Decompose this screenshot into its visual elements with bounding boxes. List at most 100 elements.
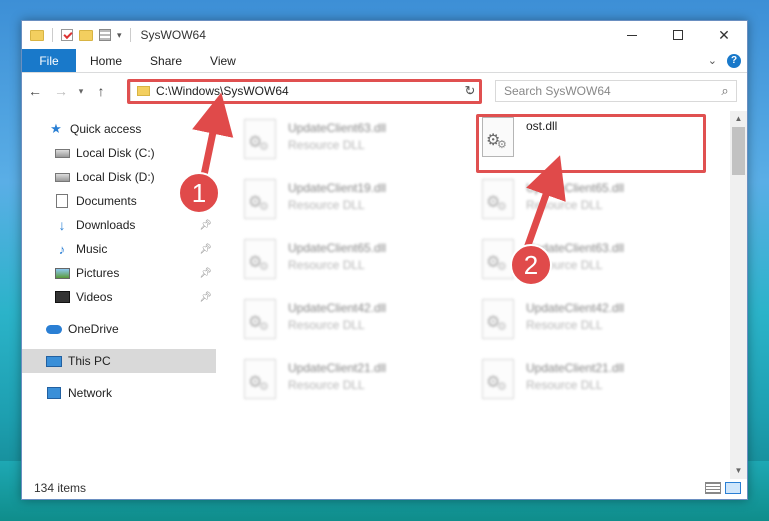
quick-access-toolbar: ▾ [30,28,133,42]
minimize-button[interactable] [609,21,655,49]
sidebar-item-label: This PC [68,354,111,368]
music-note-icon: ♪ [58,241,66,257]
tab-share[interactable]: Share [136,49,196,72]
dll-file-icon [244,119,276,159]
minimize-icon [627,34,637,36]
computer-icon [46,354,62,368]
window-controls: ✕ [609,21,747,49]
sidebar-item-label: OneDrive [68,322,119,336]
sidebar-item-label: Music [76,242,108,256]
dll-file-icon [244,179,276,219]
dll-file-icon [244,359,276,399]
disk-icon [54,146,70,160]
maximize-icon [673,30,683,40]
expand-ribbon-icon[interactable]: ⌄ [708,54,717,67]
navigation-pane: ★ Quick access Local Disk (C:) Local Dis… [22,111,216,471]
file-type: Resource DLL [288,318,365,332]
recent-locations-button[interactable]: ▾ [74,86,88,97]
file-type: Resource DLL [288,258,365,272]
step-2-badge: 2 [510,244,552,286]
sidebar-item-local-disk-c[interactable]: Local Disk (C:) [22,141,216,165]
toolbar-separator [129,28,131,42]
ribbon-tabs: File Home Share View ⌄ ? [22,49,747,73]
sidebar-item-label: Pictures [76,266,120,280]
sidebar-item-label: Videos [76,290,113,304]
file-name: UpdateClient19.dll [288,181,387,195]
customize-toolbar-icon[interactable] [99,29,111,41]
pin-icon[interactable]: 📌︎ [199,220,212,231]
sidebar-item-network[interactable]: Network [22,381,216,405]
close-button[interactable]: ✕ [701,21,747,49]
dll-file-icon [244,299,276,339]
sidebar-item-downloads[interactable]: ↓ Downloads 📌︎ [22,213,216,237]
dll-file-icon [482,299,514,339]
pictures-icon [54,266,70,280]
file-highlight [476,114,706,173]
forward-button[interactable]: → [48,83,74,99]
file-item[interactable]: UpdateClient65.dll Resource DLL [244,239,474,291]
video-film-icon [54,290,70,304]
scrollbar-thumb[interactable] [732,127,745,175]
file-type: Resource DLL [526,318,603,332]
disk-icon [54,170,70,184]
file-name: UpdateClient65.dll [526,181,625,195]
file-type: Resource DLL [288,138,365,152]
scroll-up-icon[interactable]: ▲ [730,111,747,127]
folder-icon[interactable] [30,29,44,41]
status-bar: 134 items [22,477,747,499]
sidebar-item-quick-access[interactable]: ★ Quick access [22,117,216,141]
new-folder-icon[interactable] [79,29,93,41]
sidebar-item-music[interactable]: ♪ Music 📌︎ [22,237,216,261]
file-name: UpdateClient21.dll [288,361,387,375]
help-icon[interactable]: ? [727,53,741,68]
maximize-button[interactable] [655,21,701,49]
download-arrow-icon: ↓ [58,217,66,233]
file-item[interactable]: UpdateClient19.dll Resource DLL [244,179,474,231]
ribbon-right-controls: ⌄ ? [708,49,747,72]
dll-file-icon [482,359,514,399]
search-icon[interactable]: ⌕ [714,83,736,99]
file-item[interactable]: UpdateClient65.dll Resource DLL [482,179,712,231]
dll-file-icon [482,179,514,219]
file-type: Resource DLL [526,378,603,392]
tab-home[interactable]: Home [76,49,136,72]
file-item[interactable]: UpdateClient21.dll Resource DLL [482,359,712,411]
sidebar-item-videos[interactable]: Videos 📌︎ [22,285,216,309]
file-type: Resource DLL [526,198,603,212]
file-item[interactable]: UpdateClient42.dll Resource DLL [244,299,474,351]
step-1-badge: 1 [178,172,220,214]
file-item[interactable]: UpdateClient42.dll Resource DLL [482,299,712,351]
pin-icon[interactable]: 📌︎ [199,292,212,303]
sidebar-item-pictures[interactable]: Pictures 📌︎ [22,261,216,285]
pin-icon[interactable]: 📌︎ [199,268,212,279]
address-bar-highlight [127,79,482,104]
dll-file-icon [482,239,514,279]
item-count: 134 items [34,481,87,495]
file-item[interactable]: UpdateClient63.dll Resource DLL [244,119,474,171]
dll-file-icon [244,239,276,279]
file-name: UpdateClient42.dll [288,301,387,315]
sidebar-item-label: Local Disk (D:) [76,170,155,184]
pin-icon[interactable]: 📌︎ [199,244,212,255]
window-title: SysWOW64 [140,28,206,42]
sidebar-item-label: Downloads [76,218,136,232]
back-button[interactable]: ← [22,83,48,99]
sidebar-item-label: Documents [76,194,137,208]
sidebar-item-this-pc[interactable]: This PC [22,349,216,373]
tab-file[interactable]: File [22,49,76,72]
up-button[interactable]: ↑ [88,83,114,99]
cloud-icon [46,322,62,336]
title-bar: ▾ SysWOW64 ✕ [22,21,747,49]
tab-view[interactable]: View [196,49,250,72]
file-name: UpdateClient42.dll [526,301,625,315]
file-name: UpdateClient21.dll [526,361,625,375]
chevron-down-icon[interactable]: ▾ [117,30,122,41]
search-box[interactable]: ⌕ [495,80,737,102]
large-icons-view-icon[interactable] [725,482,741,494]
details-view-icon[interactable] [705,482,721,494]
vertical-scrollbar[interactable]: ▲ ▼ [730,111,747,479]
properties-check-icon[interactable] [61,29,73,41]
sidebar-item-onedrive[interactable]: OneDrive [22,317,216,341]
file-item[interactable]: UpdateClient21.dll Resource DLL [244,359,474,411]
search-input[interactable] [504,84,714,98]
